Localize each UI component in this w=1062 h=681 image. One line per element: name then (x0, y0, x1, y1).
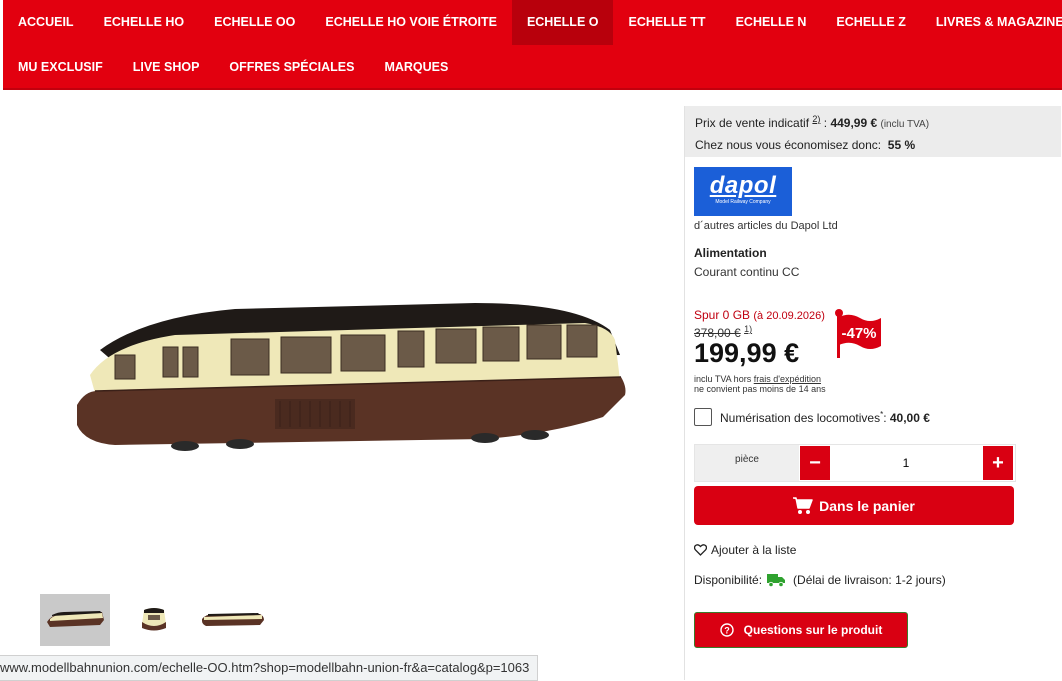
availability-date: Spur 0 GB (à 20.09.2026) (694, 308, 825, 322)
nav-item-echelle-ho-voie-etroite[interactable]: ECHELLE HO VOIE ÉTROITE (310, 0, 512, 45)
column-divider (684, 106, 685, 680)
release-date: (à 20.09.2026) (753, 310, 825, 322)
nav-item-echelle-tt[interactable]: ECHELLE TT (613, 0, 720, 45)
logo-subtext: Model Railway Company (715, 199, 771, 205)
saving-label: Chez nous vous économisez donc: (695, 138, 882, 152)
heart-icon (694, 544, 707, 556)
quantity-decrease-button[interactable]: − (800, 446, 830, 480)
age-note: ne convient pas moins de 14 ans (694, 384, 826, 394)
saving-value: 55 % (887, 138, 916, 152)
wishlist-label: Ajouter à la liste (711, 543, 797, 557)
nav-row-2: MU EXCLUSIF LIVE SHOP OFFRES SPÉCIALES M… (3, 45, 463, 90)
digitization-label: Numérisation des locomotives*: 40,00 € (720, 409, 930, 425)
nav-row-1: ACCUEIL ECHELLE HO ECHELLE OO ECHELLE HO… (3, 0, 1062, 45)
rrp-ref-link[interactable]: 2) (812, 114, 820, 124)
thumbnail-1[interactable] (40, 594, 110, 646)
thumbnail-strip (40, 594, 268, 646)
saving-line: Chez nous vous économisez donc: 55 % (695, 138, 915, 152)
brand-more-link[interactable]: d´autres articles du Dapol Ltd (694, 220, 838, 232)
nav-item-livres-magazines[interactable]: LIVRES & MAGAZINES (921, 0, 1062, 45)
discount-text: -47% (841, 325, 876, 342)
rrp-box: Prix de vente indicatif 2) : 449,99 € (i… (685, 106, 1061, 157)
logo-text: dapol (709, 172, 777, 199)
delivery-truck-icon (767, 574, 786, 587)
availability: Disponibilité: (Délai de livraison: 1-2 … (694, 573, 946, 587)
digitization-option: Numérisation des locomotives*: 40,00 € (694, 408, 930, 426)
cart-icon (793, 496, 813, 514)
dapol-logo[interactable]: dapol Model Railway Company (694, 167, 792, 216)
nav-item-echelle-o[interactable]: ECHELLE O (511, 0, 614, 45)
old-price-ref-link[interactable]: 1) (744, 324, 752, 334)
nav-item-offres-speciales[interactable]: OFFRES SPÉCIALES (214, 45, 369, 90)
tax-prefix: inclu TVA hors (694, 374, 752, 384)
digitization-label-text: Numérisation des locomotives (720, 410, 881, 425)
browser-status-bar: www.modellbahnunion.com/echelle-OO.htm?s… (0, 655, 539, 681)
nav-item-accueil[interactable]: ACCUEIL (3, 0, 89, 45)
thumbnail-2[interactable] (119, 594, 189, 646)
current-price: 199,99 € (694, 338, 800, 368)
digitization-checkbox[interactable] (694, 408, 712, 426)
quantity-unit: pièce (695, 445, 799, 481)
main-navigation: ACCUEIL ECHELLE HO ECHELLE OO ECHELLE HO… (3, 0, 1062, 90)
availability-label: Disponibilité: (694, 573, 763, 587)
power-label: Alimentation (694, 246, 767, 260)
thumbnail-3[interactable] (198, 594, 268, 646)
nav-item-echelle-z[interactable]: ECHELLE Z (821, 0, 920, 45)
nav-item-mu-exclusif[interactable]: MU EXCLUSIF (3, 45, 118, 90)
tax-info: inclu TVA hors frais d'expédition ne con… (694, 374, 826, 394)
rrp-value: 449,99 € (830, 116, 878, 130)
nav-item-marques[interactable]: MARQUES (369, 45, 463, 90)
discount-flag: -47% (835, 309, 881, 358)
add-to-cart-button[interactable]: Dans le panier (694, 486, 1014, 525)
availability-value: (Délai de livraison: 1-2 jours) (793, 573, 946, 587)
add-to-cart-label: Dans le panier (819, 497, 915, 514)
power-value: Courant continu CC (694, 265, 800, 279)
add-to-wishlist-link[interactable]: Ajouter à la liste (694, 543, 796, 557)
nav-item-live-shop[interactable]: LIVE SHOP (118, 45, 215, 90)
rrp-line: Prix de vente indicatif 2) : 449,99 € (i… (695, 114, 930, 130)
product-questions-label: Questions sur le produit (743, 623, 883, 637)
product-image[interactable] (55, 295, 635, 470)
rrp-label: Prix de vente indicatif (695, 116, 810, 130)
quantity-increase-button[interactable]: + (983, 446, 1013, 480)
nav-item-echelle-n[interactable]: ECHELLE N (721, 0, 822, 45)
rrp-note: (inclu TVA) (880, 119, 930, 130)
digitization-price: 40,00 € (889, 410, 930, 425)
question-icon: ? (719, 623, 734, 637)
svg-text:?: ? (724, 626, 730, 636)
nav-divider (3, 88, 1062, 90)
nav-item-echelle-ho[interactable]: ECHELLE HO (89, 0, 200, 45)
product-questions-button[interactable]: ? Questions sur le produit (694, 612, 908, 648)
spur-label: Spur 0 GB (694, 308, 751, 322)
shipping-link[interactable]: frais d'expédition (754, 374, 821, 384)
quantity-stepper: pièce − + (694, 444, 1016, 482)
digitization-ref: * (880, 409, 884, 419)
nav-item-echelle-oo[interactable]: ECHELLE OO (199, 0, 310, 45)
quantity-input[interactable] (831, 446, 981, 480)
